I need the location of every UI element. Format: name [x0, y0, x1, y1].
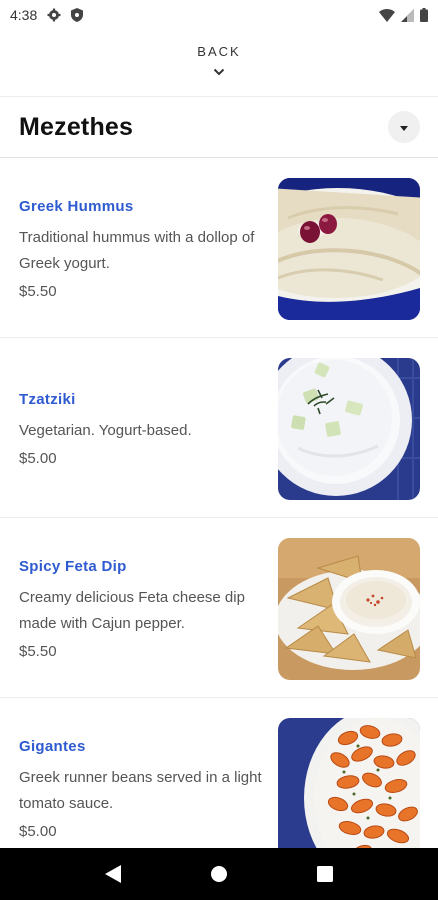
item-description: Traditional hummus with a dollop of Gree…: [19, 229, 255, 272]
tzatziki-photo: [278, 358, 420, 500]
hummus-photo: [278, 178, 420, 320]
back-label: BACK: [197, 44, 241, 59]
category-header: Mezethes: [0, 96, 438, 158]
menu-item[interactable]: Gigantes Greek runner beans served in a …: [0, 698, 438, 848]
system-nav-bar: [0, 848, 438, 900]
item-text: Tzatziki Vegetarian. Yogurt-based. $5.00: [19, 390, 264, 472]
status-bar: 4:38: [0, 0, 438, 30]
status-time: 4:38: [10, 7, 38, 23]
home-circle-icon[interactable]: [199, 854, 239, 894]
recents-square-icon[interactable]: [305, 854, 345, 894]
item-description: Greek runner beans served in a light tom…: [19, 769, 262, 812]
menu-item[interactable]: Greek Hummus Traditional hummus with a d…: [0, 158, 438, 338]
gear-icon: [47, 8, 61, 22]
item-description: Vegetarian. Yogurt-based.: [19, 422, 192, 439]
back-button[interactable]: BACK: [0, 44, 438, 84]
item-text: Spicy Feta Dip Creamy delicious Feta che…: [19, 557, 264, 665]
signal-icon: [401, 8, 414, 22]
wifi-icon: [379, 8, 395, 22]
category-title: Mezethes: [19, 112, 134, 141]
chevron-down-icon: [213, 63, 225, 81]
menu-item[interactable]: Spicy Feta Dip Creamy delicious Feta che…: [0, 518, 438, 698]
caret-down-icon: [400, 118, 408, 136]
item-name: Tzatziki: [19, 391, 76, 408]
item-price: $5.00: [19, 450, 57, 467]
item-name: Gigantes: [19, 738, 86, 755]
item-text: Greek Hummus Traditional hummus with a d…: [19, 197, 264, 305]
category-dropdown-button[interactable]: [388, 111, 420, 143]
shield-icon: [71, 8, 84, 22]
feta-dip-photo: [278, 538, 420, 680]
battery-icon: [420, 8, 428, 22]
menu-list[interactable]: Greek Hummus Traditional hummus with a d…: [0, 158, 438, 848]
item-name: Greek Hummus: [19, 198, 134, 215]
item-name: Spicy Feta Dip: [19, 558, 127, 575]
back-triangle-icon[interactable]: [93, 854, 133, 894]
menu-item[interactable]: Tzatziki Vegetarian. Yogurt-based. $5.00: [0, 338, 438, 518]
item-price: $5.50: [19, 283, 57, 300]
item-text: Gigantes Greek runner beans served in a …: [19, 737, 264, 845]
item-description: Creamy delicious Feta cheese dip made wi…: [19, 589, 245, 632]
item-price: $5.50: [19, 643, 57, 660]
item-price: $5.00: [19, 823, 57, 840]
gigantes-photo: [278, 718, 420, 848]
